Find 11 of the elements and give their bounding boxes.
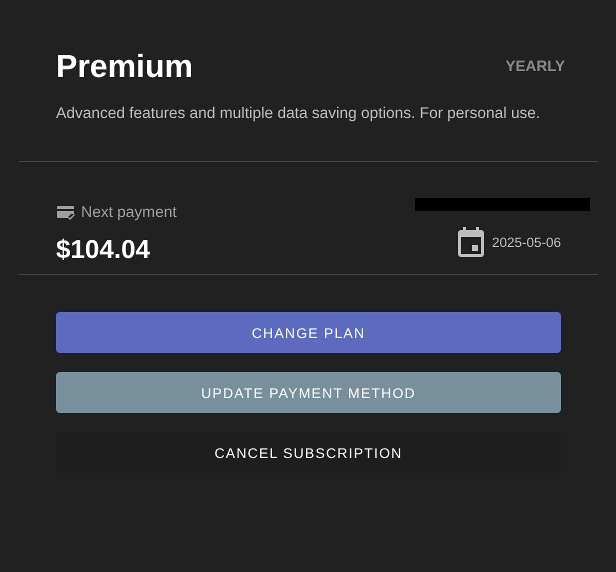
billing-period: YEARLY [506,58,565,74]
plan-description: Advanced features and multiple data saving options. For personal use. [56,105,540,123]
cancel-subscription-button[interactable]: CANCEL SUBSCRIPTION [56,432,561,473]
card-check-icon [56,205,76,221]
next-payment-label: Next payment [81,204,177,222]
payment-amount: $104.04 [56,234,150,265]
update-payment-button[interactable]: UPDATE PAYMENT METHOD [56,372,561,413]
calendar-icon [458,227,484,257]
change-plan-button[interactable]: CHANGE PLAN [56,312,561,353]
payment-date: 2025-05-06 [492,234,561,250]
plan-title: Premium [56,48,193,84]
